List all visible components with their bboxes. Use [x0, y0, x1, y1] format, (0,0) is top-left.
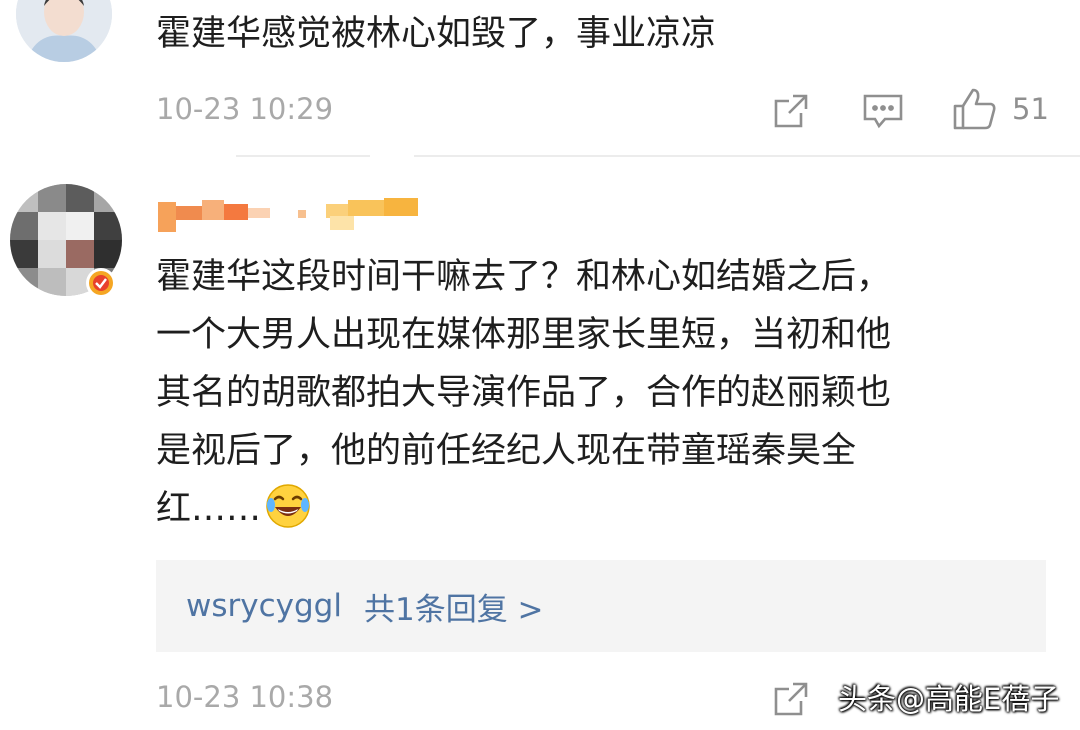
divider	[236, 155, 370, 157]
laughing-crying-emoji	[265, 483, 311, 529]
comment-line: 其名的胡歌都拍大导演作品了，合作的赵丽颖也	[156, 373, 892, 413]
username-blurred[interactable]	[158, 192, 428, 236]
reply-username[interactable]: wsrycyggl	[186, 588, 342, 624]
comment-text: 霍建华这段时间干嘛去了？和林心如结婚之后， 一个大男人出现在媒体那里家长里短，当…	[156, 248, 1056, 538]
avatar[interactable]	[16, 0, 112, 62]
comment-line: 霍建华这段时间干嘛去了？和林心如结婚之后，	[156, 257, 892, 297]
thumbs-up-icon[interactable]	[950, 86, 998, 132]
comment-line: 一个大男人出现在媒体那里家长里短，当初和他	[156, 315, 892, 355]
comment-icon[interactable]	[860, 90, 906, 132]
comment-text: 霍建华感觉被林心如毁了，事业凉凉	[156, 14, 717, 54]
comment-line: 红……	[156, 489, 262, 529]
reply-count[interactable]: 共1条回复 >	[364, 584, 544, 629]
comment-line-last: 红……	[156, 480, 1056, 538]
watermark: 头条@高能E蓓子	[838, 682, 1060, 716]
share-icon[interactable]	[770, 678, 812, 720]
like-count: 51	[1012, 92, 1049, 126]
comment-timestamp: 10-23 10:29	[156, 92, 334, 126]
comment-line: 是视后了，他的前任经纪人现在带童瑶秦昊全	[156, 431, 857, 471]
verified-badge-icon	[86, 268, 116, 298]
comment-timestamp: 10-23 10:38	[156, 680, 334, 714]
divider	[414, 155, 1080, 157]
view-replies-link[interactable]: wsrycyggl 共1条回复 >	[156, 560, 1046, 652]
share-icon[interactable]	[770, 90, 812, 132]
